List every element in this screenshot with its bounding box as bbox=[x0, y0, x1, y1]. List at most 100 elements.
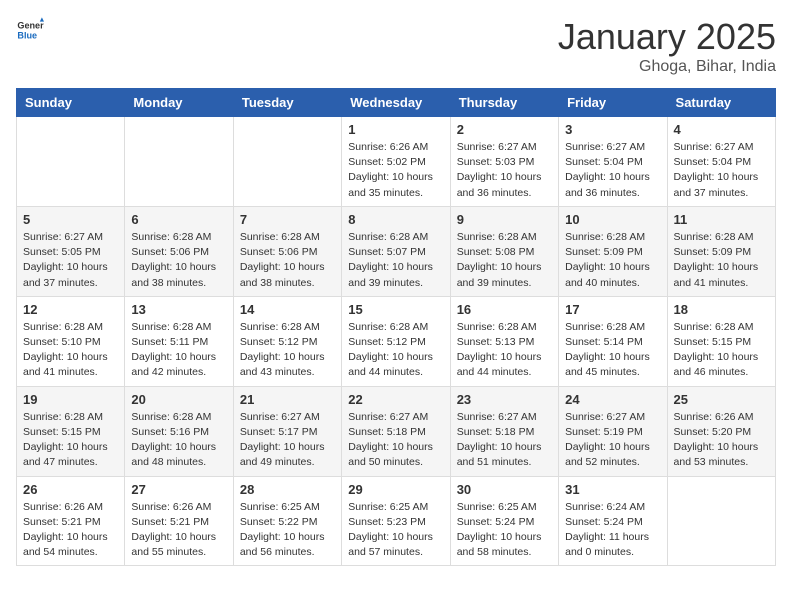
table-row: 21 Sunrise: 6:27 AMSunset: 5:17 PMDaylig… bbox=[233, 386, 341, 476]
day-info: Sunrise: 6:27 AMSunset: 5:18 PMDaylight:… bbox=[457, 411, 542, 469]
calendar-table: Sunday Monday Tuesday Wednesday Thursday… bbox=[16, 88, 776, 566]
day-number: 13 bbox=[131, 302, 226, 317]
table-row: 28 Sunrise: 6:25 AMSunset: 5:22 PMDaylig… bbox=[233, 476, 341, 566]
header-tuesday: Tuesday bbox=[233, 89, 341, 117]
table-row: 1 Sunrise: 6:26 AMSunset: 5:02 PMDayligh… bbox=[342, 117, 450, 207]
day-number: 7 bbox=[240, 212, 335, 227]
table-row: 2 Sunrise: 6:27 AMSunset: 5:03 PMDayligh… bbox=[450, 117, 558, 207]
day-info: Sunrise: 6:27 AMSunset: 5:04 PMDaylight:… bbox=[674, 141, 759, 199]
table-row bbox=[667, 476, 775, 566]
header-saturday: Saturday bbox=[667, 89, 775, 117]
day-number: 6 bbox=[131, 212, 226, 227]
day-info: Sunrise: 6:28 AMSunset: 5:09 PMDaylight:… bbox=[674, 231, 759, 289]
day-number: 10 bbox=[565, 212, 660, 227]
day-number: 14 bbox=[240, 302, 335, 317]
day-number: 24 bbox=[565, 392, 660, 407]
day-info: Sunrise: 6:28 AMSunset: 5:10 PMDaylight:… bbox=[23, 321, 108, 379]
table-row bbox=[233, 117, 341, 207]
day-number: 8 bbox=[348, 212, 443, 227]
day-info: Sunrise: 6:28 AMSunset: 5:11 PMDaylight:… bbox=[131, 321, 216, 379]
day-info: Sunrise: 6:27 AMSunset: 5:18 PMDaylight:… bbox=[348, 411, 433, 469]
day-number: 4 bbox=[674, 122, 769, 137]
table-row: 12 Sunrise: 6:28 AMSunset: 5:10 PMDaylig… bbox=[17, 296, 125, 386]
table-row: 3 Sunrise: 6:27 AMSunset: 5:04 PMDayligh… bbox=[559, 117, 667, 207]
logo-icon: General Blue bbox=[16, 16, 44, 44]
header-thursday: Thursday bbox=[450, 89, 558, 117]
day-number: 9 bbox=[457, 212, 552, 227]
day-number: 20 bbox=[131, 392, 226, 407]
title-block: January 2025 Ghoga, Bihar, India bbox=[558, 16, 776, 76]
day-info: Sunrise: 6:26 AMSunset: 5:21 PMDaylight:… bbox=[131, 501, 216, 559]
table-row: 26 Sunrise: 6:26 AMSunset: 5:21 PMDaylig… bbox=[17, 476, 125, 566]
table-row: 29 Sunrise: 6:25 AMSunset: 5:23 PMDaylig… bbox=[342, 476, 450, 566]
svg-text:General: General bbox=[17, 21, 44, 31]
day-info: Sunrise: 6:27 AMSunset: 5:05 PMDaylight:… bbox=[23, 231, 108, 289]
day-number: 1 bbox=[348, 122, 443, 137]
calendar-location: Ghoga, Bihar, India bbox=[558, 58, 776, 76]
logo: General Blue bbox=[16, 16, 44, 44]
table-row: 4 Sunrise: 6:27 AMSunset: 5:04 PMDayligh… bbox=[667, 117, 775, 207]
page-header: General Blue January 2025 Ghoga, Bihar, … bbox=[16, 16, 776, 76]
table-row: 17 Sunrise: 6:28 AMSunset: 5:14 PMDaylig… bbox=[559, 296, 667, 386]
day-info: Sunrise: 6:25 AMSunset: 5:22 PMDaylight:… bbox=[240, 501, 325, 559]
day-number: 21 bbox=[240, 392, 335, 407]
day-number: 25 bbox=[674, 392, 769, 407]
table-row: 30 Sunrise: 6:25 AMSunset: 5:24 PMDaylig… bbox=[450, 476, 558, 566]
day-info: Sunrise: 6:28 AMSunset: 5:12 PMDaylight:… bbox=[348, 321, 433, 379]
table-row: 24 Sunrise: 6:27 AMSunset: 5:19 PMDaylig… bbox=[559, 386, 667, 476]
table-row: 23 Sunrise: 6:27 AMSunset: 5:18 PMDaylig… bbox=[450, 386, 558, 476]
day-number: 18 bbox=[674, 302, 769, 317]
day-info: Sunrise: 6:28 AMSunset: 5:14 PMDaylight:… bbox=[565, 321, 650, 379]
table-row bbox=[17, 117, 125, 207]
day-number: 12 bbox=[23, 302, 118, 317]
calendar-week-5: 26 Sunrise: 6:26 AMSunset: 5:21 PMDaylig… bbox=[17, 476, 776, 566]
day-info: Sunrise: 6:28 AMSunset: 5:07 PMDaylight:… bbox=[348, 231, 433, 289]
header-monday: Monday bbox=[125, 89, 233, 117]
header-sunday: Sunday bbox=[17, 89, 125, 117]
day-number: 16 bbox=[457, 302, 552, 317]
calendar-week-4: 19 Sunrise: 6:28 AMSunset: 5:15 PMDaylig… bbox=[17, 386, 776, 476]
table-row: 8 Sunrise: 6:28 AMSunset: 5:07 PMDayligh… bbox=[342, 206, 450, 296]
day-info: Sunrise: 6:26 AMSunset: 5:21 PMDaylight:… bbox=[23, 501, 108, 559]
day-info: Sunrise: 6:25 AMSunset: 5:24 PMDaylight:… bbox=[457, 501, 542, 559]
table-row: 20 Sunrise: 6:28 AMSunset: 5:16 PMDaylig… bbox=[125, 386, 233, 476]
table-row: 13 Sunrise: 6:28 AMSunset: 5:11 PMDaylig… bbox=[125, 296, 233, 386]
day-info: Sunrise: 6:28 AMSunset: 5:12 PMDaylight:… bbox=[240, 321, 325, 379]
day-number: 26 bbox=[23, 482, 118, 497]
header-wednesday: Wednesday bbox=[342, 89, 450, 117]
day-number: 23 bbox=[457, 392, 552, 407]
table-row: 31 Sunrise: 6:24 AMSunset: 5:24 PMDaylig… bbox=[559, 476, 667, 566]
day-info: Sunrise: 6:28 AMSunset: 5:15 PMDaylight:… bbox=[23, 411, 108, 469]
day-info: Sunrise: 6:24 AMSunset: 5:24 PMDaylight:… bbox=[565, 501, 649, 559]
day-info: Sunrise: 6:28 AMSunset: 5:08 PMDaylight:… bbox=[457, 231, 542, 289]
table-row: 25 Sunrise: 6:26 AMSunset: 5:20 PMDaylig… bbox=[667, 386, 775, 476]
table-row: 9 Sunrise: 6:28 AMSunset: 5:08 PMDayligh… bbox=[450, 206, 558, 296]
table-row: 27 Sunrise: 6:26 AMSunset: 5:21 PMDaylig… bbox=[125, 476, 233, 566]
day-number: 11 bbox=[674, 212, 769, 227]
day-number: 5 bbox=[23, 212, 118, 227]
calendar-week-1: 1 Sunrise: 6:26 AMSunset: 5:02 PMDayligh… bbox=[17, 117, 776, 207]
day-info: Sunrise: 6:26 AMSunset: 5:20 PMDaylight:… bbox=[674, 411, 759, 469]
svg-text:Blue: Blue bbox=[17, 30, 37, 40]
day-number: 3 bbox=[565, 122, 660, 137]
table-row: 14 Sunrise: 6:28 AMSunset: 5:12 PMDaylig… bbox=[233, 296, 341, 386]
day-info: Sunrise: 6:26 AMSunset: 5:02 PMDaylight:… bbox=[348, 141, 433, 199]
calendar-title: January 2025 bbox=[558, 16, 776, 58]
day-info: Sunrise: 6:25 AMSunset: 5:23 PMDaylight:… bbox=[348, 501, 433, 559]
day-number: 15 bbox=[348, 302, 443, 317]
day-info: Sunrise: 6:27 AMSunset: 5:03 PMDaylight:… bbox=[457, 141, 542, 199]
table-row: 7 Sunrise: 6:28 AMSunset: 5:06 PMDayligh… bbox=[233, 206, 341, 296]
day-info: Sunrise: 6:28 AMSunset: 5:09 PMDaylight:… bbox=[565, 231, 650, 289]
calendar-week-2: 5 Sunrise: 6:27 AMSunset: 5:05 PMDayligh… bbox=[17, 206, 776, 296]
day-number: 29 bbox=[348, 482, 443, 497]
table-row: 19 Sunrise: 6:28 AMSunset: 5:15 PMDaylig… bbox=[17, 386, 125, 476]
table-row: 5 Sunrise: 6:27 AMSunset: 5:05 PMDayligh… bbox=[17, 206, 125, 296]
day-info: Sunrise: 6:28 AMSunset: 5:13 PMDaylight:… bbox=[457, 321, 542, 379]
table-row: 10 Sunrise: 6:28 AMSunset: 5:09 PMDaylig… bbox=[559, 206, 667, 296]
table-row: 16 Sunrise: 6:28 AMSunset: 5:13 PMDaylig… bbox=[450, 296, 558, 386]
day-number: 22 bbox=[348, 392, 443, 407]
day-info: Sunrise: 6:28 AMSunset: 5:06 PMDaylight:… bbox=[240, 231, 325, 289]
calendar-header-row: Sunday Monday Tuesday Wednesday Thursday… bbox=[17, 89, 776, 117]
table-row: 18 Sunrise: 6:28 AMSunset: 5:15 PMDaylig… bbox=[667, 296, 775, 386]
day-info: Sunrise: 6:28 AMSunset: 5:16 PMDaylight:… bbox=[131, 411, 216, 469]
